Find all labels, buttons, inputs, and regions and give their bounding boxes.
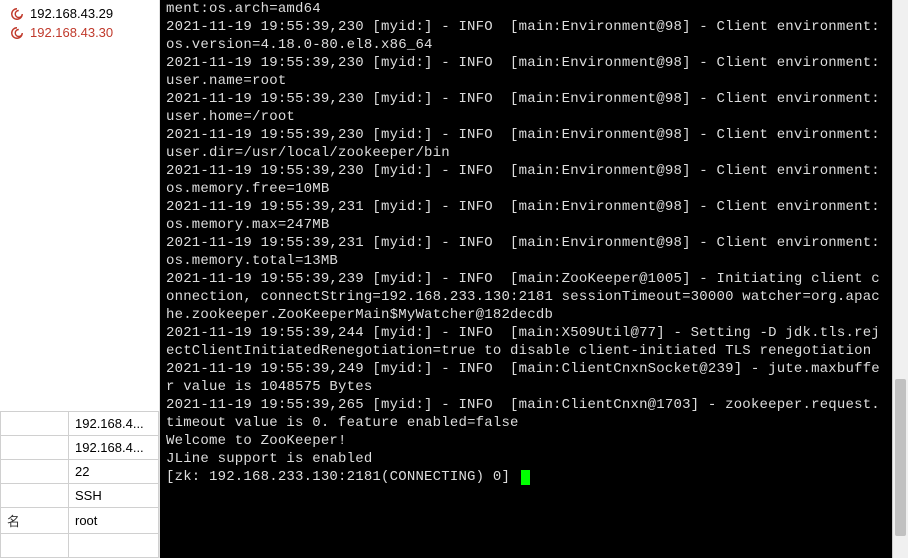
scrollbar-track[interactable] — [893, 0, 908, 558]
terminal-wrap: ment:os.arch=amd642021-11-19 19:55:39,23… — [160, 0, 908, 558]
terminal-prompt[interactable]: [zk: 192.168.233.130:2181(CONNECTING) 0] — [166, 468, 886, 486]
prop-value: 192.168.4... — [69, 412, 159, 436]
table-row[interactable]: 192.168.4... — [1, 436, 159, 460]
main-area: ment:os.arch=amd642021-11-19 19:55:39,23… — [160, 0, 908, 558]
terminal-line: 2021-11-19 19:55:39,230 [myid:] - INFO [… — [166, 162, 886, 198]
table-row[interactable]: 名 root — [1, 508, 159, 534]
table-row[interactable]: 22 — [1, 460, 159, 484]
sidebar-spacer — [0, 42, 159, 411]
terminal-cursor — [521, 470, 530, 485]
sidebar: 192.168.43.29 192.168.43.30 192.168.4...… — [0, 0, 160, 558]
swirl-icon — [10, 7, 24, 21]
table-row[interactable]: SSH — [1, 484, 159, 508]
table-row[interactable] — [1, 534, 159, 558]
prop-value: root — [69, 508, 159, 534]
host-item[interactable]: 192.168.43.29 — [6, 4, 159, 23]
terminal-line: JLine support is enabled — [166, 450, 886, 468]
terminal-line: Welcome to ZooKeeper! — [166, 432, 886, 450]
terminal-line: 2021-11-19 19:55:39,249 [myid:] - INFO [… — [166, 360, 886, 396]
terminal-line: 2021-11-19 19:55:39,265 [myid:] - INFO [… — [166, 396, 886, 432]
prop-key — [1, 412, 69, 436]
prop-key — [1, 460, 69, 484]
connection-properties-table: 192.168.4... 192.168.4... 22 SSH 名 root — [0, 411, 159, 558]
prop-key — [1, 484, 69, 508]
host-item[interactable]: 192.168.43.30 — [6, 23, 159, 42]
host-ip-label: 192.168.43.29 — [30, 6, 113, 21]
terminal-line: 2021-11-19 19:55:39,231 [myid:] - INFO [… — [166, 198, 886, 234]
terminal-line: ment:os.arch=amd64 — [166, 0, 886, 18]
terminal-line: 2021-11-19 19:55:39,230 [myid:] - INFO [… — [166, 90, 886, 126]
vertical-scrollbar[interactable] — [892, 0, 908, 558]
prop-value: SSH — [69, 484, 159, 508]
scrollbar-thumb[interactable] — [895, 379, 906, 535]
prop-key — [1, 436, 69, 460]
terminal-line: 2021-11-19 19:55:39,239 [myid:] - INFO [… — [166, 270, 886, 324]
prop-key: 名 — [1, 508, 69, 534]
prop-key — [1, 534, 69, 558]
table-row[interactable]: 192.168.4... — [1, 412, 159, 436]
prop-value: 22 — [69, 460, 159, 484]
prop-value: 192.168.4... — [69, 436, 159, 460]
host-ip-label: 192.168.43.30 — [30, 25, 113, 40]
terminal-line: 2021-11-19 19:55:39,231 [myid:] - INFO [… — [166, 234, 886, 270]
terminal-line: 2021-11-19 19:55:39,230 [myid:] - INFO [… — [166, 126, 886, 162]
swirl-icon — [10, 26, 24, 40]
prop-value — [69, 534, 159, 558]
terminal-line: 2021-11-19 19:55:39,244 [myid:] - INFO [… — [166, 324, 886, 360]
terminal-line: 2021-11-19 19:55:39,230 [myid:] - INFO [… — [166, 54, 886, 90]
terminal[interactable]: ment:os.arch=amd642021-11-19 19:55:39,23… — [160, 0, 892, 558]
host-list: 192.168.43.29 192.168.43.30 — [0, 0, 159, 42]
terminal-line: 2021-11-19 19:55:39,230 [myid:] - INFO [… — [166, 18, 886, 54]
